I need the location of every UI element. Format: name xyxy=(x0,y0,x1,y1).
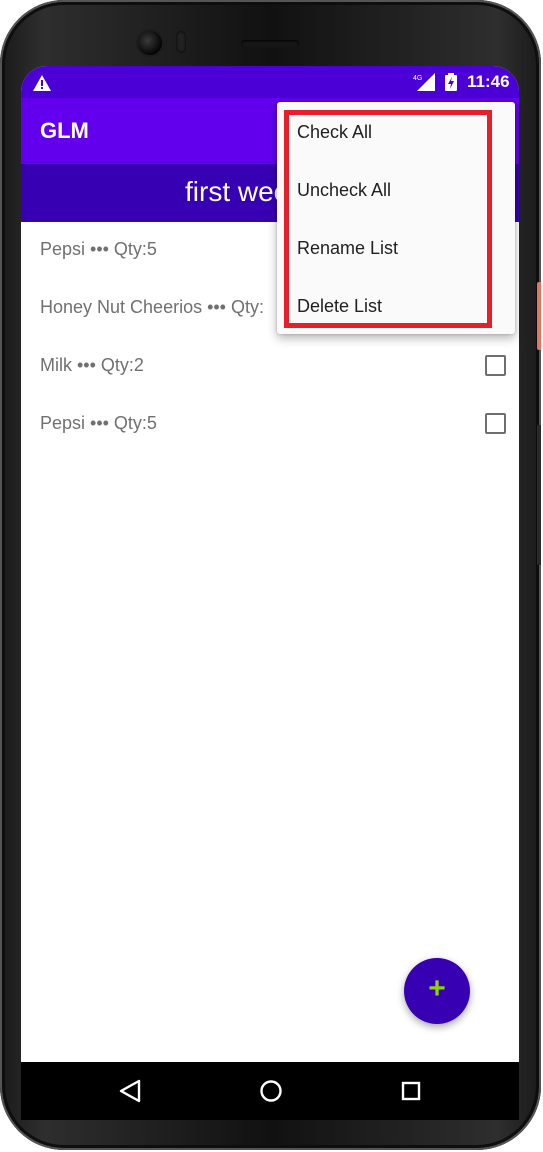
power-button[interactable] xyxy=(537,282,541,350)
home-icon[interactable] xyxy=(259,1079,283,1103)
front-camera xyxy=(138,31,162,55)
list-item[interactable]: Pepsi ••• Qty:5 xyxy=(21,396,519,454)
menu-highlight-box xyxy=(284,110,492,328)
network-type-label: 4G xyxy=(413,75,422,82)
status-bar: 4G 11:46 xyxy=(21,66,519,98)
battery-charging-icon xyxy=(445,73,457,91)
navigation-bar xyxy=(21,1062,519,1120)
item-label: Milk ••• Qty:2 xyxy=(40,355,144,375)
back-icon[interactable] xyxy=(119,1079,141,1103)
volume-button[interactable] xyxy=(537,425,541,565)
cell-signal-icon: 4G xyxy=(413,73,435,91)
list-item[interactable]: Milk ••• Qty:2 xyxy=(21,338,519,396)
add-item-button[interactable]: + xyxy=(404,958,470,1024)
phone-frame: 4G 11:46 GLM first week Pepsi ••• Qty:5 … xyxy=(0,0,541,1150)
status-time: 11:46 xyxy=(467,72,510,91)
earpiece-speaker xyxy=(241,40,299,48)
item-label: Pepsi ••• Qty:5 xyxy=(40,239,157,259)
item-label: Honey Nut Cheerios ••• Qty: xyxy=(40,297,264,317)
proximity-sensor xyxy=(176,31,186,53)
warning-icon xyxy=(33,75,51,91)
plus-icon: + xyxy=(428,972,446,1005)
item-checkbox[interactable] xyxy=(485,355,506,376)
app-title: GLM xyxy=(40,118,89,143)
item-checkbox[interactable] xyxy=(485,413,506,434)
item-label: Pepsi ••• Qty:5 xyxy=(40,413,157,433)
recents-icon[interactable] xyxy=(401,1081,421,1101)
